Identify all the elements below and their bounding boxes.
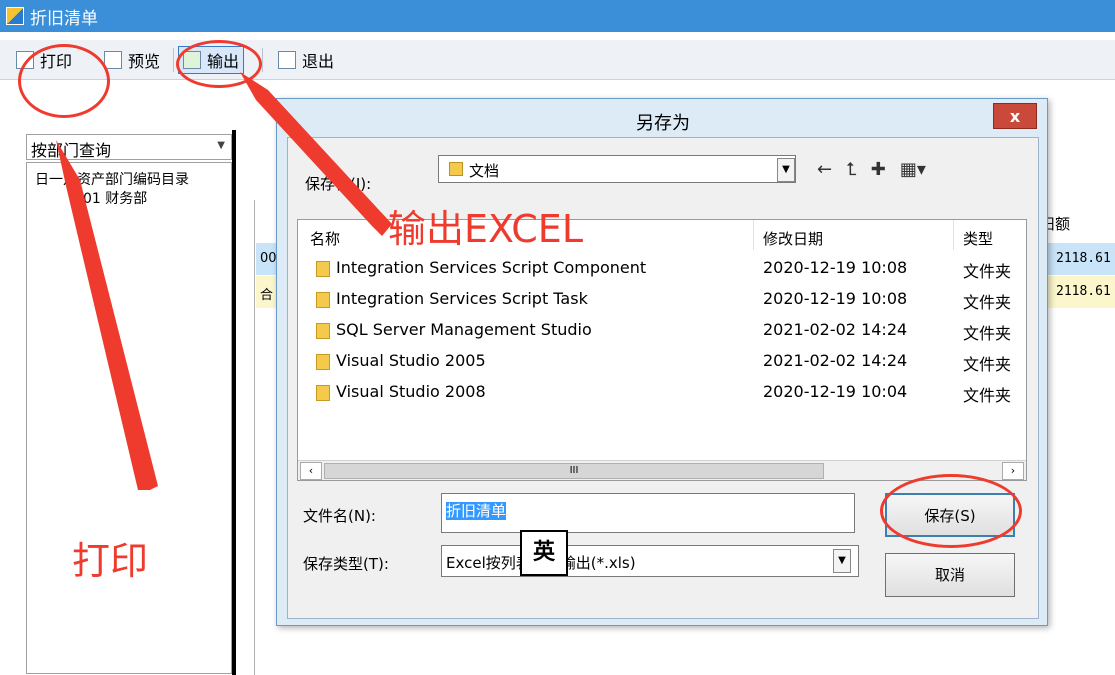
view-menu-icon[interactable]: ▦▾ (900, 159, 926, 180)
grid-cell: 合 (260, 288, 274, 303)
filename-label: 文件名(N): (303, 507, 376, 525)
folder-icon (316, 261, 330, 277)
file-type: 文件夹 (963, 386, 1012, 405)
dialog-title: 另存为 (636, 113, 690, 134)
file-date: 2020-12-19 10:08 (763, 289, 908, 308)
save-in-label: 保存在(I): (305, 175, 372, 193)
filename-value: 折旧清单 (446, 502, 507, 520)
exit-icon (278, 51, 296, 69)
annotation-circle-export (176, 40, 262, 88)
annotation-circle-save (880, 474, 1022, 548)
file-name: SQL Server Management Studio (336, 320, 592, 339)
query-mode-value: 按部门查询 (31, 141, 112, 160)
toolbar-separator (173, 48, 174, 72)
file-date: 2021-02-02 14:24 (763, 320, 908, 339)
window-titlebar: 折旧清单 (0, 0, 1115, 32)
scroll-thumb[interactable]: III (324, 463, 824, 479)
column-header-name[interactable]: 名称 (310, 228, 340, 249)
close-button[interactable]: x (993, 103, 1037, 129)
file-type: 文件夹 (963, 262, 1012, 281)
filetype-select[interactable]: Excel按列表格式输出(*.xls) (441, 545, 859, 577)
folder-icon (316, 292, 330, 308)
list-item[interactable]: Integration Services Script Component 20… (298, 252, 1028, 283)
app-icon (6, 7, 24, 25)
list-item[interactable]: SQL Server Management Studio 2021-02-02 … (298, 314, 1028, 345)
save-in-value: 文档 (469, 162, 500, 180)
cancel-button[interactable]: 取消 (885, 553, 1015, 597)
scroll-left-icon[interactable]: ‹ (300, 462, 322, 480)
list-item[interactable]: Integration Services Script Task 2020-12… (298, 283, 1028, 314)
scroll-right-icon[interactable]: › (1002, 462, 1024, 480)
grid-cell: 2118.61 (1056, 284, 1111, 299)
list-item[interactable]: Visual Studio 2005 2021-02-02 14:24 文件夹 (298, 345, 1028, 376)
grid-column-header: 旧额 (1040, 215, 1071, 233)
filetype-label: 保存类型(T): (303, 555, 389, 573)
annotation-text-export: 输出EXCEL (388, 207, 583, 251)
folder-icon (316, 385, 330, 401)
file-date: 2020-12-19 10:04 (763, 382, 908, 401)
preview-button[interactable]: 预览 (100, 46, 164, 74)
horizontal-scrollbar[interactable]: ‹ III › (298, 460, 1026, 480)
back-icon[interactable]: ← (817, 159, 832, 180)
column-header-type[interactable]: 类型 (963, 228, 993, 249)
column-divider (953, 220, 954, 250)
exit-button[interactable]: 退出 (274, 46, 338, 74)
chevron-down-icon: ▼ (217, 140, 225, 151)
up-folder-icon[interactable]: ⮤ (846, 159, 857, 180)
file-date: 2021-02-02 14:24 (763, 351, 908, 370)
window-title: 折旧清单 (30, 9, 98, 29)
list-item[interactable]: Visual Studio 2008 2020-12-19 10:04 文件夹 (298, 376, 1028, 407)
annotation-circle-print (18, 44, 110, 118)
folder-icon (316, 323, 330, 339)
ime-indicator[interactable]: 英 (520, 530, 568, 576)
file-type: 文件夹 (963, 293, 1012, 312)
query-mode-select[interactable]: 按部门查询 ▼ (26, 134, 232, 160)
chevron-down-icon[interactable]: ▼ (833, 549, 851, 573)
exit-label: 退出 (302, 52, 335, 71)
file-type: 文件夹 (963, 355, 1012, 374)
file-name: Visual Studio 2005 (336, 351, 486, 370)
grid-cell: 00 (260, 251, 277, 266)
column-divider (753, 220, 754, 250)
new-folder-icon[interactable]: ✚ (871, 159, 886, 180)
chevron-down-icon[interactable]: ▼ (777, 158, 795, 182)
file-type: 文件夹 (963, 324, 1012, 343)
annotation-text-print: 打印 (72, 539, 149, 583)
file-name: Integration Services Script Task (336, 289, 588, 308)
file-date: 2020-12-19 10:08 (763, 258, 908, 277)
tree-root-node[interactable]: 日一定资产部门编码目录 (35, 169, 189, 189)
file-name: Visual Studio 2008 (336, 382, 486, 401)
folder-icon (316, 354, 330, 370)
save-in-select[interactable]: 文档 (438, 155, 796, 183)
toolbar-separator (262, 48, 263, 72)
nav-toolbar: ← ⮤ ✚ ▦▾ (817, 159, 926, 180)
toolbar: 打印 预览 输出 退出 (0, 40, 1115, 80)
file-list[interactable]: 名称 修改日期 类型 Integration Services Script C… (297, 219, 1027, 481)
tree-child-node[interactable]: 01 财务部 (83, 188, 147, 208)
preview-label: 预览 (128, 52, 161, 71)
folder-icon (449, 162, 463, 176)
column-header-modified[interactable]: 修改日期 (763, 228, 823, 249)
department-tree[interactable]: 日一定资产部门编码目录 01 财务部 (26, 162, 232, 674)
filename-field[interactable]: 折旧清单 (441, 493, 855, 533)
file-name: Integration Services Script Component (336, 258, 647, 277)
grid-cell: 2118.61 (1056, 251, 1111, 266)
